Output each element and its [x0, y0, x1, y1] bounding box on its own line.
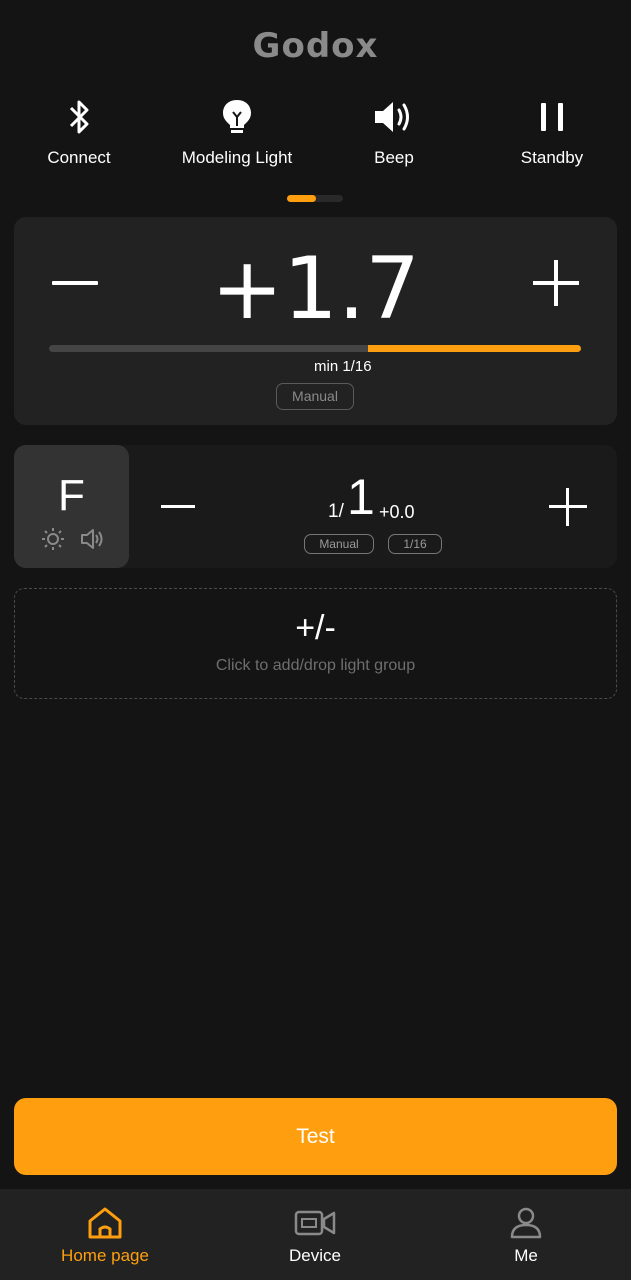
- master-min-label: min 1/16: [314, 358, 372, 375]
- nav-device[interactable]: Device: [225, 1189, 405, 1280]
- group-decrease-button[interactable]: [161, 505, 195, 508]
- home-icon: [15, 1203, 195, 1243]
- pause-icon: [477, 96, 627, 138]
- beep-status-icon: [80, 528, 104, 555]
- group-ratio-badge[interactable]: 1/16: [388, 534, 442, 554]
- modeling-light-status-icon: [42, 528, 64, 555]
- master-power-slider-fill: [368, 345, 581, 352]
- test-button[interactable]: Test: [14, 1098, 617, 1175]
- nav-me[interactable]: Me: [436, 1189, 616, 1280]
- modeling-light-label: Modeling Light: [181, 148, 293, 167]
- standby-label: Standby: [520, 148, 584, 167]
- group-letter: F: [58, 471, 85, 520]
- group-mode-badge[interactable]: Manual: [304, 534, 374, 554]
- godox-logo: Godox: [252, 26, 379, 66]
- page-indicator-active: [287, 195, 316, 202]
- master-power-card: +1.7 min 1/16 Manual: [14, 217, 617, 425]
- master-mode-badge[interactable]: Manual: [276, 383, 354, 410]
- light-group-card: F 1/ 1 +0.0 Manual 1/16: [14, 445, 617, 568]
- connect-button[interactable]: Connect: [4, 96, 154, 168]
- beep-label: Beep: [374, 148, 414, 167]
- camera-icon: [225, 1203, 405, 1243]
- group-ev-value: +0.0: [379, 502, 415, 522]
- nav-home[interactable]: Home page: [15, 1189, 195, 1280]
- add-light-group-button[interactable]: +/- Click to add/drop light group: [14, 588, 617, 699]
- group-increase-button[interactable]: [549, 488, 587, 526]
- master-power-value: +1.7: [211, 239, 420, 339]
- master-power-slider[interactable]: [49, 345, 581, 352]
- group-fraction-prefix: 1/: [328, 501, 344, 522]
- add-group-hint: Click to add/drop light group: [215, 657, 416, 674]
- add-group-title: +/-: [295, 609, 336, 647]
- modeling-light-button[interactable]: Modeling Light: [162, 96, 312, 168]
- master-increase-button[interactable]: [533, 260, 579, 306]
- speaker-icon: [319, 96, 469, 138]
- beep-button[interactable]: Beep: [319, 96, 469, 168]
- bulb-icon: [162, 96, 312, 138]
- user-icon: [436, 1203, 616, 1243]
- group-fraction-value: 1: [347, 469, 375, 525]
- nav-device-label: Device: [289, 1246, 341, 1265]
- nav-home-label: Home page: [61, 1246, 149, 1265]
- group-tile[interactable]: F: [14, 445, 129, 568]
- page-indicator: [287, 195, 343, 202]
- nav-me-label: Me: [514, 1246, 538, 1265]
- bluetooth-icon: [4, 96, 154, 138]
- bottom-navigation: Home page Device Me: [0, 1189, 631, 1280]
- connect-label: Connect: [47, 148, 111, 167]
- standby-button[interactable]: Standby: [477, 96, 627, 168]
